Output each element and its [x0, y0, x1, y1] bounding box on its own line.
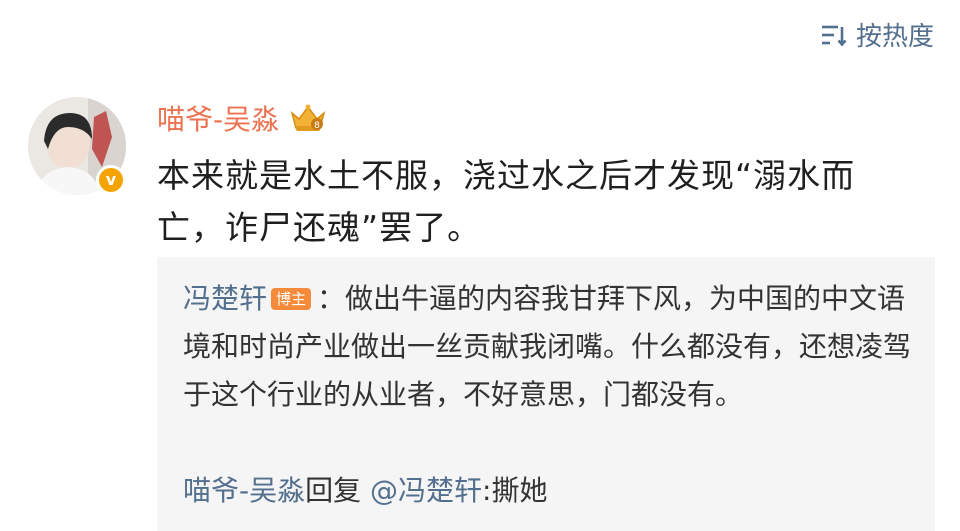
sort-by-hot-button[interactable]: 按热度	[820, 16, 934, 53]
comment-text: 本来就是水土不服，浇过水之后才发现“溺水而 亡，诈尸还魂”罢了。	[157, 156, 856, 247]
quoted-reply-user[interactable]: 冯楚轩	[183, 282, 267, 315]
reply-text: 撕她	[491, 474, 548, 507]
comment-author[interactable]: 喵爷-吴淼	[157, 98, 279, 138]
quoted-reply-content: 冯楚轩 博主 ：做出牛逼的内容我甘拜下风，为中国的中文语境和时尚产业做出一丝贡献我闭…	[183, 275, 913, 419]
reply-line: 喵爷-吴淼回复 @冯楚轩:撕她	[183, 471, 548, 511]
quoted-reply-separator: ：	[317, 282, 346, 315]
reply-author[interactable]: 喵爷-吴淼	[183, 474, 305, 507]
reply-mention[interactable]: @冯楚轩	[370, 474, 482, 507]
quoted-reply[interactable]: 冯楚轩 博主 ：做出牛逼的内容我甘拜下风，为中国的中文语境和时尚产业做出一丝贡献我闭…	[157, 257, 935, 531]
reply-action: 回复	[305, 474, 362, 507]
v-verified-icon: v	[96, 165, 126, 195]
blogger-tag: 博主	[271, 288, 312, 310]
comment-header: 喵爷-吴淼 8	[157, 96, 937, 140]
sort-label: 按热度	[855, 22, 934, 52]
sort-lines-icon	[820, 23, 848, 47]
comment: 喵爷-吴淼 8 本来就是水土不服，浇过水之后才发现“溺水而 亡，诈尸还魂”罢了。	[157, 96, 937, 254]
svg-text:8: 8	[314, 121, 320, 131]
crown-level-icon: 8	[289, 102, 327, 134]
